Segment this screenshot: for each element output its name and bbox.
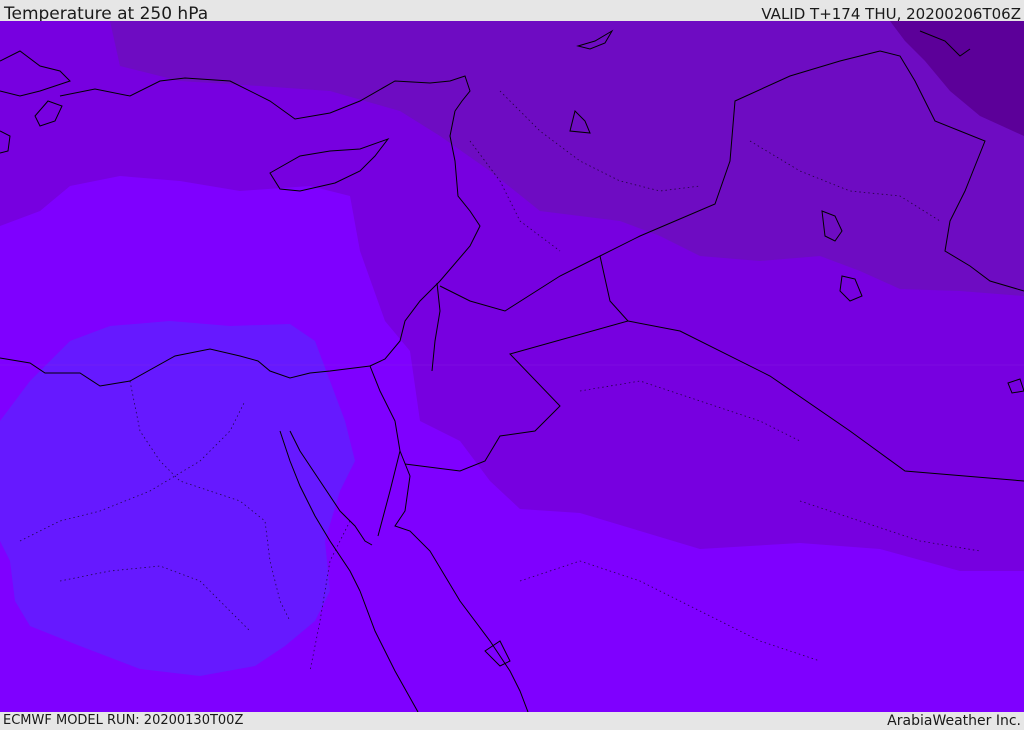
credit-label: ArabiaWeather Inc. [887,713,1021,729]
model-run: ECMWF MODEL RUN: 20200130T00Z [3,713,244,728]
field-cold-contour [0,321,355,676]
header-bar: Temperature at 250 hPa VALID T+174 THU, … [0,0,1024,24]
temperature-map [0,21,1024,712]
footer-bar: ECMWF MODEL RUN: 20200130T00Z ArabiaWeat… [0,712,1024,729]
map-figure: Temperature at 250 hPa VALID T+174 THU, … [0,0,1024,729]
